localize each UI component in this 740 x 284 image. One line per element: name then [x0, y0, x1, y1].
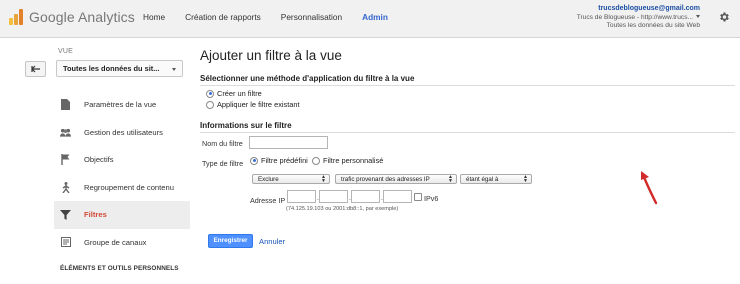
nav-reporting[interactable]: Création de rapports: [185, 12, 261, 22]
account-property: Trucs de Blogueuse - http://www.trucs...: [576, 13, 693, 21]
sidebar-item-content-grouping[interactable]: Regroupement de contenu: [54, 174, 190, 202]
sidebar-item-view-settings[interactable]: Paramètres de la vue: [54, 91, 190, 119]
ip-octet-3-input[interactable]: [351, 190, 380, 203]
red-arrow-annotation-icon: [641, 171, 658, 205]
chevron-down-icon: [696, 15, 700, 19]
ipv6-label: IPv6: [424, 194, 439, 203]
view-select-value: Toutes les données du sit...: [63, 64, 160, 73]
stepper-arrows-icon: ▲ ▼: [448, 174, 453, 184]
filter-source-select[interactable]: trafic provenant des adresses IP ▲ ▼: [335, 174, 457, 184]
sidebar-item-label: Gestion des utilisateurs: [84, 127, 163, 137]
top-bar: Google Analytics Home Création de rappor…: [0, 0, 740, 38]
sidebar-item-channel-groups[interactable]: Groupe de canaux: [54, 229, 190, 257]
filter-type-custom-label: Filtre personnalisé: [323, 156, 384, 165]
account-switcher[interactable]: trucsdeblogueuse@gmail.com Trucs de Blog…: [577, 5, 700, 31]
personal-tools-heading: ÉLÉMENTS ET OUTILS PERSONNELS: [60, 265, 179, 272]
stepper-arrows-icon: ▲ ▼: [523, 174, 528, 184]
filter-type-custom-option[interactable]: Filtre personnalisé: [312, 156, 383, 165]
analytics-logo-icon: [8, 8, 25, 25]
info-heading: Informations sur le filtre: [200, 121, 292, 130]
ip-address-label: Adresse IP: [250, 196, 286, 205]
sidebar-item-label: Filtres: [84, 210, 107, 220]
ip-octet-1-input[interactable]: [287, 190, 316, 203]
divider: [200, 132, 735, 133]
users-icon: [60, 127, 71, 138]
account-view: Toutes les données du site Web: [606, 22, 700, 29]
filter-type-predefined-label: Filtre prédéfini: [261, 156, 308, 165]
filter-type-predefined-option[interactable]: Filtre prédéfini: [250, 156, 308, 165]
method-create-label: Créer un filtre: [217, 89, 262, 98]
main-nav: Home Création de rapports Personnalisati…: [143, 12, 408, 22]
save-button[interactable]: Enregistrer: [208, 234, 253, 248]
cancel-link[interactable]: Annuler: [259, 237, 285, 246]
sidebar-item-label: Objectifs: [84, 155, 114, 165]
ip-example-hint: (74.125.19.103 ou 2001:db8::1, par exemp…: [286, 206, 399, 212]
document-icon: [60, 99, 71, 111]
nav-customization[interactable]: Personnalisation: [281, 12, 342, 22]
method-create-option[interactable]: Créer un filtre: [206, 89, 262, 98]
admin-menu: Paramètres de la vue Gestion des utilisa…: [54, 91, 190, 256]
filter-action-select[interactable]: Exclure ▲ ▼: [252, 174, 330, 184]
sidebar-item-label: Groupe de canaux: [84, 237, 147, 247]
funnel-icon: [60, 209, 71, 220]
ipv6-checkbox[interactable]: [414, 193, 422, 201]
filter-operator-value: étant égal à: [466, 176, 499, 183]
filter-type-predefined-radio[interactable]: [250, 156, 258, 165]
filter-type-custom-radio[interactable]: [312, 156, 320, 165]
nav-admin[interactable]: Admin: [362, 12, 388, 22]
google-analytics-logo[interactable]: Google Analytics: [8, 8, 135, 25]
method-existing-option[interactable]: Appliquer le filtre existant: [206, 100, 300, 109]
filter-type-label: Type de filtre: [202, 159, 244, 168]
filter-operator-select[interactable]: étant égal à ▲ ▼: [460, 174, 532, 184]
filter-action-value: Exclure: [258, 176, 279, 183]
chevron-down-icon: [172, 68, 176, 71]
page-title: Ajouter un filtre à la vue: [200, 48, 342, 63]
filter-name-label: Nom du filtre: [202, 139, 243, 148]
gear-icon[interactable]: [718, 11, 730, 23]
sidebar-item-label: Paramètres de la vue: [84, 100, 157, 110]
method-existing-radio[interactable]: [206, 100, 214, 109]
method-existing-label: Appliquer le filtre existant: [217, 100, 300, 109]
stepper-arrows-icon: ▲ ▼: [321, 174, 326, 184]
channel-group-icon: [60, 237, 71, 248]
back-button[interactable]: [25, 61, 46, 77]
nav-home[interactable]: Home: [143, 12, 165, 22]
app-name: Google Analytics: [29, 8, 135, 25]
method-create-radio[interactable]: [206, 89, 214, 98]
admin-sidebar: VUE Toutes les données du sit... Paramèt…: [0, 39, 190, 284]
flag-icon: [60, 154, 71, 166]
add-filter-form: Ajouter un filtre à la vue Sélectionner …: [200, 39, 740, 284]
sidebar-item-filters[interactable]: Filtres: [54, 201, 190, 229]
person-walk-icon: [60, 181, 71, 193]
filter-source-value: trafic provenant des adresses IP: [341, 176, 430, 183]
view-select[interactable]: Toutes les données du sit...: [56, 60, 183, 77]
back-arrow-icon: [30, 65, 40, 73]
view-label: VUE: [58, 48, 73, 55]
filter-name-input[interactable]: [249, 136, 328, 149]
divider: [200, 85, 735, 86]
sidebar-item-label: Regroupement de contenu: [84, 182, 174, 192]
sidebar-item-goals[interactable]: Objectifs: [54, 146, 190, 174]
account-email: trucsdeblogueuse@gmail.com: [598, 5, 700, 12]
sidebar-item-user-management[interactable]: Gestion des utilisateurs: [54, 119, 190, 147]
ip-octet-2-input[interactable]: [319, 190, 348, 203]
method-heading: Sélectionner une méthode d'application d…: [200, 74, 415, 83]
ip-octet-4-input[interactable]: [383, 190, 412, 203]
